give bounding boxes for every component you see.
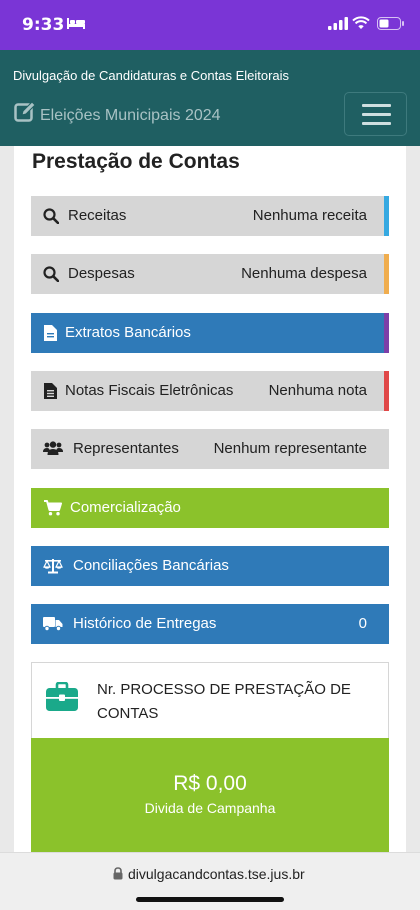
users-icon bbox=[43, 441, 63, 455]
home-indicator[interactable] bbox=[136, 897, 284, 902]
receitas-value: Nenhuma receita bbox=[252, 207, 367, 224]
truck-icon bbox=[43, 617, 63, 631]
page-title: Prestação de Contas bbox=[32, 150, 240, 173]
despesas-label: Despesas bbox=[68, 265, 135, 282]
despesas-row[interactable]: Despesas Nenhuma despesa bbox=[31, 254, 389, 294]
campaign-debt-panel: R$ 0,00 Divida de Campanha bbox=[31, 738, 389, 852]
extratos-bancarios-row[interactable]: Extratos Bancários bbox=[31, 313, 389, 353]
cart-icon bbox=[44, 500, 62, 516]
notas-fiscais-row[interactable]: Notas Fiscais Eletrônicas Nenhuma nota bbox=[31, 371, 389, 411]
representantes-row[interactable]: Representantes Nenhum representante bbox=[31, 429, 389, 469]
url-text[interactable]: divulgacandcontas.tse.jus.br bbox=[128, 866, 305, 882]
conciliacoes-row[interactable]: Conciliações Bancárias bbox=[31, 546, 389, 586]
notas-label: Notas Fiscais Eletrônicas bbox=[65, 382, 234, 399]
battery-icon bbox=[377, 17, 404, 30]
search-icon bbox=[43, 266, 59, 282]
comercializacao-row[interactable]: Comercialização bbox=[31, 488, 389, 528]
debt-amount: R$ 0,00 bbox=[173, 772, 247, 795]
conciliacoes-label: Conciliações Bancárias bbox=[73, 557, 229, 574]
process-number-label: Nr. PROCESSO DE PRESTAÇÃO DE CONTAS bbox=[97, 681, 351, 722]
representantes-value: Nenhum representante bbox=[213, 440, 367, 457]
browser-url-bar[interactable]: divulgacandcontas.tse.jus.br bbox=[0, 852, 420, 910]
comercializacao-label: Comercialização bbox=[70, 499, 181, 516]
edit-icon bbox=[14, 101, 36, 122]
extratos-accent-bar bbox=[384, 313, 389, 353]
debt-label: Divida de Campanha bbox=[144, 800, 276, 816]
briefcase-icon bbox=[46, 682, 78, 711]
file-icon bbox=[44, 325, 57, 341]
document-icon bbox=[44, 383, 57, 399]
header-subtitle: Divulgação de Candidaturas e Contas Elei… bbox=[13, 68, 290, 83]
wifi-icon bbox=[352, 16, 370, 29]
bed-icon bbox=[67, 18, 85, 29]
historico-count: 0 bbox=[358, 615, 367, 632]
despesas-value: Nenhuma despesa bbox=[241, 265, 367, 282]
extratos-label: Extratos Bancários bbox=[65, 324, 191, 341]
historico-entregas-row[interactable]: Histórico de Entregas 0 bbox=[31, 604, 389, 644]
balance-scale-icon bbox=[43, 559, 63, 574]
receitas-row[interactable]: Receitas Nenhuma receita bbox=[31, 196, 389, 236]
representantes-label: Representantes bbox=[73, 440, 179, 457]
lock-icon bbox=[113, 867, 123, 880]
despesas-accent-bar bbox=[384, 254, 389, 294]
historico-label: Histórico de Entregas bbox=[73, 615, 217, 632]
process-number-box: Nr. PROCESSO DE PRESTAÇÃO DE CONTAS bbox=[31, 662, 389, 738]
receitas-label: Receitas bbox=[68, 207, 127, 224]
notas-accent-bar bbox=[384, 371, 389, 411]
receitas-accent-bar bbox=[384, 196, 389, 236]
status-time: 9:33 bbox=[22, 15, 65, 35]
hamburger-menu-icon bbox=[362, 104, 391, 107]
search-icon bbox=[43, 208, 59, 224]
app-header: Divulgação de Candidaturas e Contas Elei… bbox=[0, 50, 420, 146]
header-title[interactable]: Eleições Municipais 2024 bbox=[40, 107, 221, 125]
status-bar: 9:33 bbox=[0, 0, 420, 50]
notas-value: Nenhuma nota bbox=[268, 382, 367, 399]
signal-icon bbox=[328, 17, 348, 30]
hamburger-menu-button[interactable] bbox=[344, 92, 407, 136]
